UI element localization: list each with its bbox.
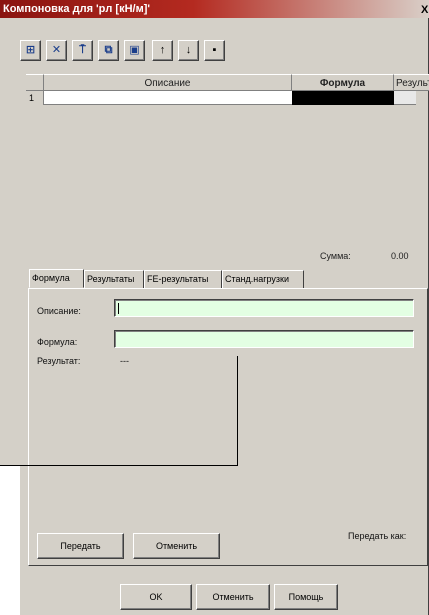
title-bar: Компоновка для 'pл [кН/м]' X (0, 0, 429, 18)
tab-results[interactable]: Результаты (84, 270, 144, 288)
move-down-icon: ↓ (185, 44, 192, 56)
copy-icon: ⧉ (104, 44, 113, 56)
paste-icon: ▣ (129, 44, 140, 56)
move-up-icon: ↑ (159, 44, 166, 56)
column-header-result[interactable]: Результа (394, 74, 429, 91)
save-icon: ▪ (212, 44, 217, 56)
row-number[interactable]: 1 (26, 91, 44, 105)
dialog-window: Компоновка для 'pл [кН/м]' X ⊞ ✕ ⍑ ⧉ ▣ ↑… (0, 0, 429, 615)
cancel-button[interactable]: Отменить (196, 584, 270, 610)
cell-formula[interactable] (292, 91, 394, 105)
move-up-button[interactable]: ↑ (152, 40, 173, 61)
insert-row-button[interactable]: ⊞ (20, 40, 41, 61)
tab-standard-loads[interactable]: Станд.нагрузки (222, 270, 304, 288)
close-button[interactable]: X (421, 1, 429, 17)
delete-row-icon: ✕ (51, 44, 62, 56)
transfer-as-label: Передать как: (348, 531, 407, 541)
delete-row-button[interactable]: ✕ (46, 40, 67, 61)
callout-line-vertical (237, 356, 238, 466)
formula-grid: Описание Формула Результа 1 (26, 74, 429, 240)
filter-button[interactable]: ⍑ (72, 40, 93, 61)
ok-button[interactable]: OK (120, 584, 192, 610)
result-value: --- (120, 356, 129, 366)
copy-button[interactable]: ⧉ (98, 40, 119, 61)
help-button[interactable]: Помощь (274, 584, 338, 610)
sum-value: 0.00 (391, 251, 409, 261)
cell-result (394, 91, 416, 105)
column-header-description[interactable]: Описание (44, 74, 292, 91)
formula-input[interactable] (114, 330, 414, 348)
result-label: Результат: (37, 356, 81, 366)
move-down-button[interactable]: ↓ (178, 40, 199, 61)
paste-button[interactable]: ▣ (124, 40, 145, 61)
formula-label: Формула: (37, 337, 78, 347)
cell-description[interactable] (44, 91, 292, 105)
text-caret (118, 303, 119, 314)
cancel-formula-button[interactable]: Отменить (133, 533, 220, 559)
filter-icon: ⍑ (79, 44, 86, 56)
tab-fe-results[interactable]: FE-результаты (144, 270, 222, 288)
insert-row-icon: ⊞ (25, 44, 36, 56)
description-label: Описание: (37, 306, 81, 316)
outside-area (0, 466, 20, 615)
column-header-formula[interactable]: Формула (292, 74, 394, 91)
callout-line-horizontal (0, 465, 238, 466)
sum-label: Сумма: (320, 251, 351, 261)
window-title: Компоновка для 'pл [кН/м]' (3, 3, 151, 15)
save-button[interactable]: ▪ (204, 40, 225, 61)
grid-corner-header[interactable] (26, 74, 44, 91)
tab-formula[interactable]: Формула (29, 269, 84, 288)
transfer-button[interactable]: Передать (37, 533, 124, 559)
description-input[interactable] (114, 299, 414, 317)
